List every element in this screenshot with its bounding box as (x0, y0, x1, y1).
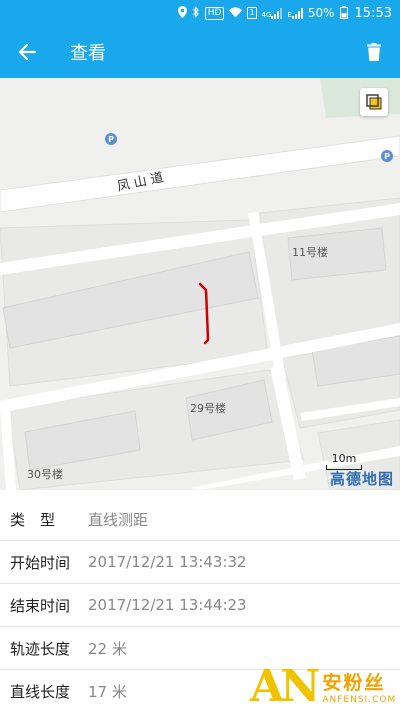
bluetooth-icon (192, 6, 200, 20)
battery-icon (339, 5, 348, 21)
status-icons: HD 1 4G E 50% 15:53 (177, 5, 392, 21)
detail-label: 结束时间 (10, 596, 71, 615)
map-provider-logo: 高德地图 (330, 470, 395, 488)
detail-value: 17 米 (88, 683, 127, 701)
detail-value: 直线测距 (88, 510, 149, 529)
detail-label: 类 型 (10, 510, 56, 529)
building-label: 30号楼 (27, 468, 63, 481)
page-title: 查看 (70, 43, 106, 64)
detail-row-start-time: 开始时间 2017/12/21 13:43:32 (0, 541, 400, 584)
network-4g-group: 4G (261, 7, 283, 19)
watermark-name: 安粉丝 (322, 672, 386, 694)
hd-badge: HD (204, 6, 225, 20)
detail-value: 22 米 (88, 639, 127, 658)
clock: 15:53 (354, 5, 392, 21)
detail-label: 开始时间 (10, 553, 71, 572)
layers-icon (366, 94, 382, 110)
status-bar: HD 1 4G E 50% 15:53 (0, 0, 400, 26)
map-base (0, 78, 400, 490)
map-view[interactable]: P P 凤山道 11号楼 29号楼 30号楼 10m 高德地图 (0, 78, 400, 490)
delete-button[interactable] (360, 38, 388, 66)
building-label: 11号楼 (292, 246, 328, 259)
scale-label: 10m (331, 452, 357, 465)
detail-label: 轨迹长度 (10, 639, 71, 658)
building-label: 29号楼 (190, 402, 226, 415)
location-icon (177, 6, 187, 20)
detail-row-end-time: 结束时间 2017/12/21 13:44:23 (0, 584, 400, 627)
detail-value: 2017/12/21 13:44:23 (88, 596, 247, 614)
back-button[interactable] (0, 26, 54, 78)
signal-icon (291, 7, 303, 19)
detail-label: 直线长度 (10, 683, 71, 701)
detail-value: 2017/12/21 13:43:32 (88, 553, 247, 571)
parking-icon[interactable]: P (381, 150, 393, 162)
arrow-left-icon (18, 43, 36, 61)
map-layer-button[interactable] (360, 88, 388, 116)
wifi-icon (229, 6, 243, 20)
watermark-logo: AN (250, 660, 320, 711)
site-watermark: AN 安粉丝 ANFENSI.COM (250, 662, 400, 711)
network-4g-label: 4G (261, 10, 272, 19)
signal-icon (271, 7, 283, 19)
network-e-group: E (287, 7, 303, 19)
watermark-text: 安粉丝 ANFENSI.COM (322, 668, 396, 705)
watermark-domain: ANFENSI.COM (322, 695, 397, 705)
trash-icon (367, 43, 381, 61)
app-bar: 查看 (0, 26, 400, 78)
battery-text: 50% (307, 6, 335, 20)
detail-row-type: 类 型 直线测距 (0, 498, 400, 541)
sim-slot-badge: 1 (247, 7, 257, 19)
parking-icon[interactable]: P (105, 133, 117, 145)
